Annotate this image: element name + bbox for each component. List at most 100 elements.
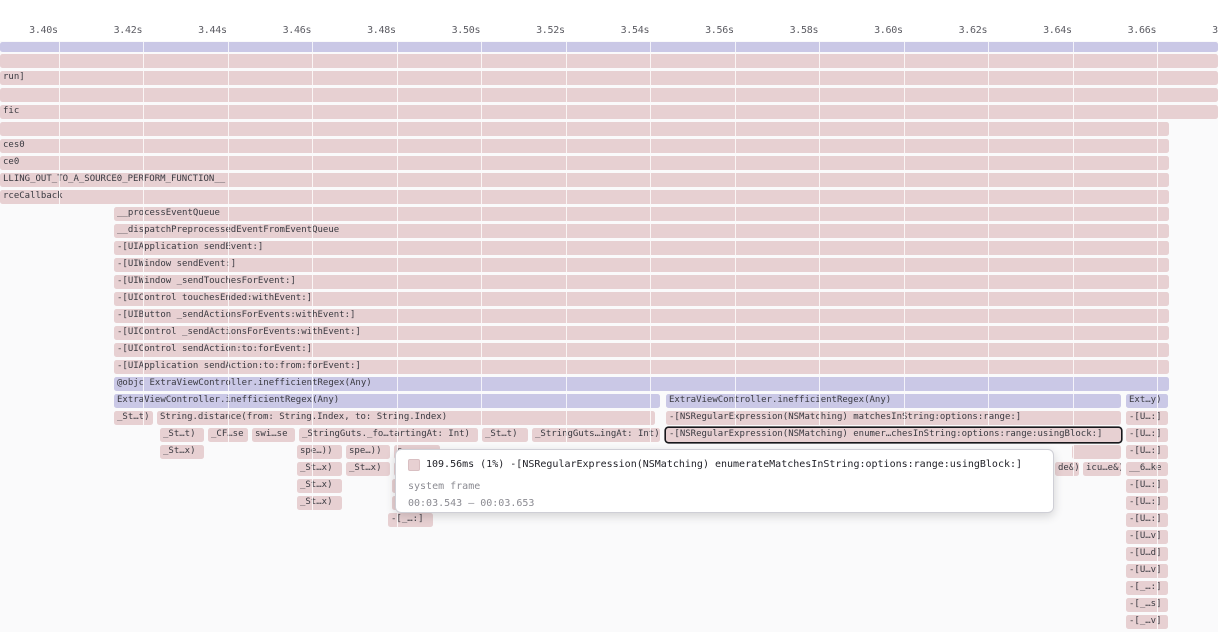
frame-label: -[UIControl sendAction:to:forEvent:] (117, 344, 312, 354)
stack-frame[interactable]: _St…t) (114, 411, 153, 425)
stack-frame[interactable]: -[U…:] (1126, 428, 1168, 442)
time-tick-label: 3.56s (672, 25, 734, 36)
stack-frame[interactable]: -[_…:] (1126, 581, 1168, 595)
frame-label: spe…)) (349, 446, 382, 456)
frame-label: -[UIApplication sendAction:to:from:forEv… (117, 361, 361, 371)
tooltip-header: 109.56ms (1%) -[NSRegularExpression(NSMa… (408, 458, 1041, 471)
stack-frame[interactable]: __dispatchPreprocessedEventFromEventQueu… (114, 224, 1169, 238)
stack-frame[interactable]: -[UIControl sendAction:to:forEvent:] (114, 343, 1169, 357)
time-tick-label: 3.44s (165, 25, 227, 36)
stack-frame[interactable]: _St…t) (160, 428, 204, 442)
stack-frame[interactable] (0, 88, 1218, 102)
tooltip-frame-name: -[NSRegularExpression(NSMatching) enumer… (510, 458, 1022, 471)
stack-frame[interactable]: __6…ke (1126, 462, 1168, 476)
stack-frame[interactable] (1072, 445, 1121, 459)
frame-label: _St…x) (300, 480, 333, 490)
stack-frame-selected[interactable]: -[NSRegularExpression(NSMatching) enumer… (666, 428, 1121, 442)
stack-frame[interactable]: _StringGuts._fo…tartingAt: Int) (299, 428, 478, 442)
stack-frame[interactable]: _St…x) (297, 462, 342, 476)
time-tick-label: 3.54s (587, 25, 649, 36)
frame-label: _St…t) (117, 412, 150, 422)
stack-frame[interactable]: -[UIWindow sendEvent:] (114, 258, 1169, 272)
time-tick-label: 3.46s (249, 25, 311, 36)
stack-frame[interactable]: -[U…v] (1126, 530, 1168, 544)
stack-frame[interactable]: spe…)) (346, 445, 390, 459)
gridline (312, 41, 313, 632)
frame-label: -[UIControl _sendActionsForEvents:withEv… (117, 327, 361, 337)
frame-tooltip: 109.56ms (1%) -[NSRegularExpression(NSMa… (395, 449, 1054, 513)
frame-label: -[UIWindow sendEvent:] (117, 259, 236, 269)
frame-label: _StringGuts._fo…tartingAt: Int) (302, 429, 470, 439)
time-tick-label: 3.68s (1179, 25, 1218, 36)
stack-frame[interactable]: -[U…:] (1126, 513, 1168, 527)
frame-label: _St…x) (163, 446, 196, 456)
stack-frame[interactable]: -[UIButton _sendActionsForEvents:withEve… (114, 309, 1169, 323)
stack-frame[interactable]: ExtraViewController.inefficientRegex(Any… (114, 394, 660, 408)
stack-frame[interactable]: _St…t) (482, 428, 528, 442)
frame-label: LLING_OUT_TO_A_SOURCE0_PERFORM_FUNCTION_… (3, 174, 225, 184)
stack-frame[interactable]: swi…se (252, 428, 295, 442)
stack-frame[interactable]: icu…e&) (1083, 462, 1121, 476)
stack-frame[interactable]: __processEventQueue (114, 207, 1169, 221)
gridline (650, 41, 651, 632)
stack-frame[interactable]: @objc ExtraViewController.inefficientReg… (114, 377, 1169, 391)
stack-frame[interactable]: fic (0, 105, 1218, 119)
stack-frame[interactable]: rceCallback (0, 190, 1169, 204)
stack-frame[interactable]: -[_…:] (388, 513, 433, 527)
stack-frame[interactable]: -[_…v] (1126, 615, 1168, 629)
time-tick-label: 3.48s (334, 25, 396, 36)
time-tick-label: 3.64s (1010, 25, 1072, 36)
frame-label: _St…x) (300, 463, 333, 473)
frame-color-swatch-icon (408, 459, 420, 471)
stack-frame[interactable]: -[UIControl touchesEnded:withEvent:] (114, 292, 1169, 306)
stack-frame[interactable]: -[UIControl _sendActionsForEvents:withEv… (114, 326, 1169, 340)
frame-label: -[UIButton _sendActionsForEvents:withEve… (117, 310, 355, 320)
frame-label: String.distance(from: String.Index, to: … (160, 412, 447, 422)
stack-frame[interactable] (0, 122, 1169, 136)
frame-label: _St…t) (163, 429, 196, 439)
frame-label: swi…se (255, 429, 288, 439)
stack-frame[interactable]: -[UIApplication sendAction:to:from:forEv… (114, 360, 1169, 374)
gridline (228, 41, 229, 632)
stack-frame[interactable]: _St…x) (346, 462, 390, 476)
stack-frame[interactable] (0, 54, 1218, 68)
time-tick-label: 3.62s (925, 25, 987, 36)
stack-frame[interactable]: -[_…s] (1126, 598, 1168, 612)
stack-frame[interactable]: de&) (1055, 462, 1079, 476)
stack-frame[interactable]: _St…x) (297, 479, 342, 493)
stack-frame[interactable]: _StringGuts…ingAt: Int) (532, 428, 660, 442)
stack-frame[interactable]: -[U…v] (1126, 564, 1168, 578)
stack-frame[interactable]: -[U…d] (1126, 547, 1168, 561)
stack-frame[interactable]: _St…x) (297, 496, 342, 510)
stack-frame[interactable]: run] (0, 71, 1218, 85)
frame-label: _St…t) (485, 429, 518, 439)
stack-frame[interactable] (0, 42, 1218, 52)
stack-frame[interactable]: spe…)) (297, 445, 342, 459)
stack-frame[interactable]: LLING_OUT_TO_A_SOURCE0_PERFORM_FUNCTION_… (0, 173, 1169, 187)
frame-label: __processEventQueue (117, 208, 220, 218)
time-tick-label: 3.52s (503, 25, 565, 36)
stack-frame[interactable]: Ext…y) (1126, 394, 1168, 408)
gridline (819, 41, 820, 632)
gridline (481, 41, 482, 632)
stack-frame[interactable]: -[U…:] (1126, 479, 1168, 493)
stack-frame[interactable]: -[U…:] (1126, 445, 1168, 459)
frame-label: fic (3, 106, 19, 116)
gridline (397, 41, 398, 632)
flame-graph-view: 3.40s3.42s3.44s3.46s3.48s3.50s3.52s3.54s… (0, 0, 1218, 632)
time-tick-label: 3.66s (1094, 25, 1156, 36)
stack-frame[interactable]: -[U…:] (1126, 496, 1168, 510)
frame-label: rceCallback (3, 191, 63, 201)
gridline (566, 41, 567, 632)
stack-frame[interactable]: -[U…:] (1126, 411, 1168, 425)
stack-frame[interactable]: ce0 (0, 156, 1169, 170)
stack-frame[interactable]: _St…x) (160, 445, 204, 459)
stack-frame[interactable]: ces0 (0, 139, 1169, 153)
stack-frame[interactable]: -[UIWindow _sendTouchesForEvent:] (114, 275, 1169, 289)
gridline (1157, 41, 1158, 632)
stack-frame[interactable]: -[UIApplication sendEvent:] (114, 241, 1169, 255)
stack-frame[interactable]: String.distance(from: String.Index, to: … (157, 411, 655, 425)
frame-label: de&) (1058, 463, 1079, 473)
time-tick-label: 3.40s (0, 25, 58, 36)
time-tick-label: 3.58s (756, 25, 818, 36)
